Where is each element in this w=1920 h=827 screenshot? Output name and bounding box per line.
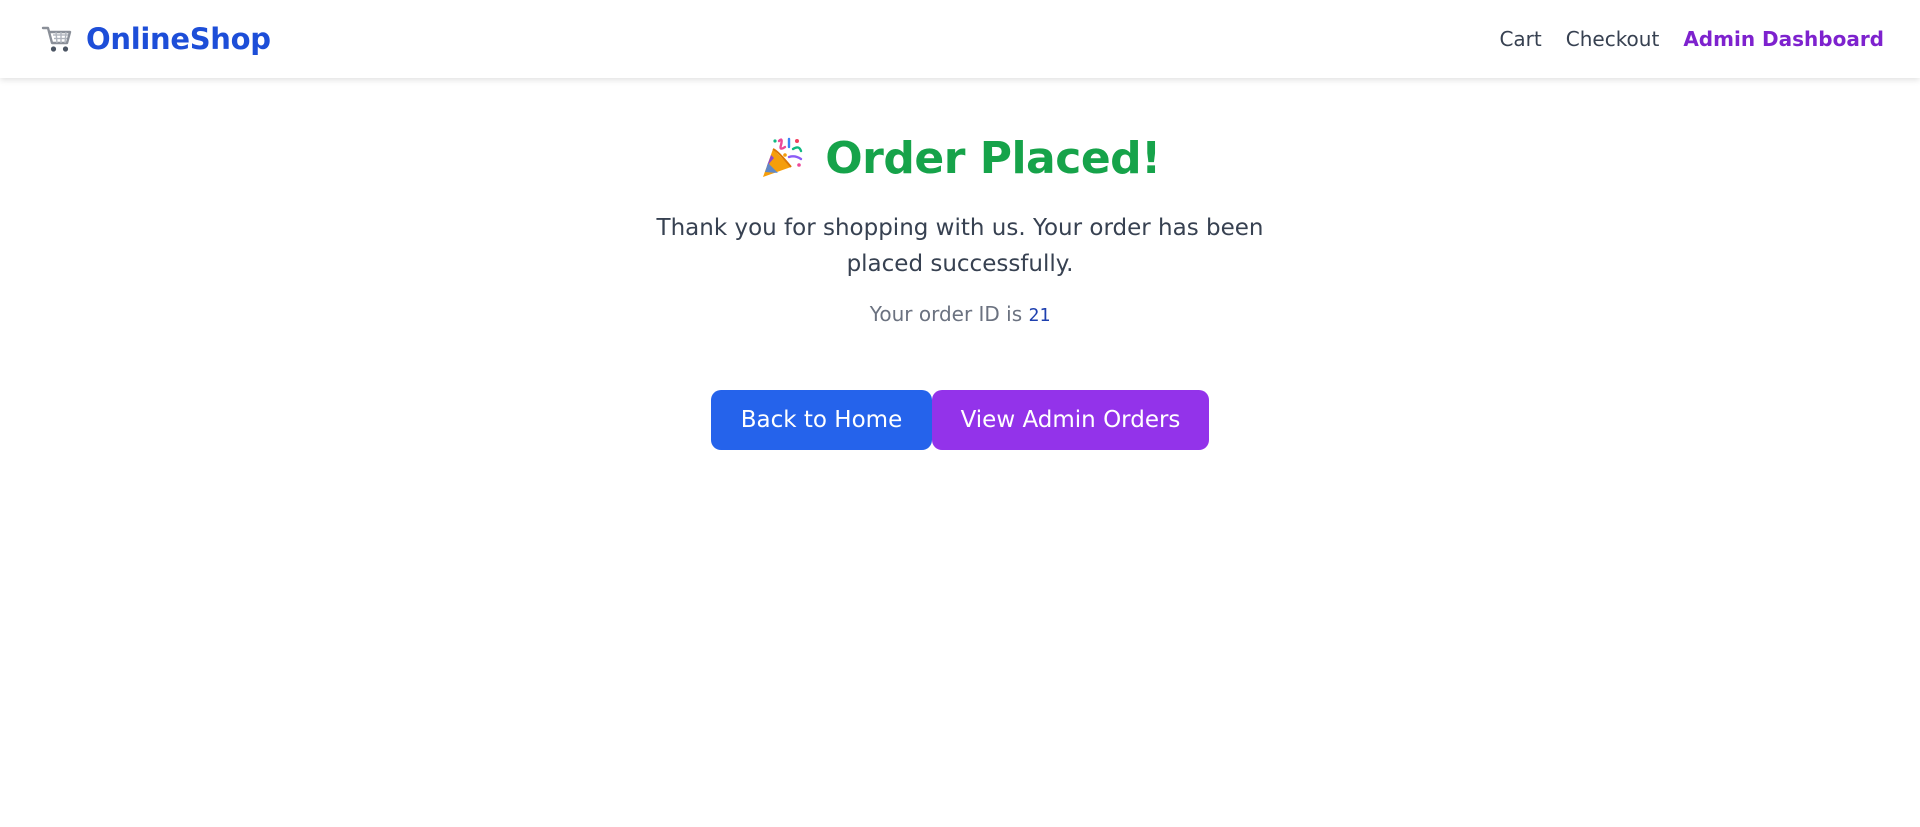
order-confirmation: Order Placed! Thank you for shopping wit… — [0, 78, 1920, 450]
nav-link-admin-dashboard[interactable]: Admin Dashboard — [1683, 27, 1884, 51]
nav-links: Cart Checkout Admin Dashboard — [1499, 27, 1884, 51]
brand-name: OnlineShop — [86, 22, 271, 56]
party-popper-icon — [759, 135, 805, 181]
title-row: Order Placed! — [0, 130, 1920, 186]
order-id-line: Your order ID is 21 — [0, 302, 1920, 326]
back-to-home-button[interactable]: Back to Home — [711, 390, 932, 450]
order-id-label: Your order ID is — [869, 302, 1023, 326]
action-buttons: Back to Home View Admin Orders — [0, 390, 1920, 450]
brand-link[interactable]: OnlineShop — [40, 22, 271, 56]
page-title: Order Placed! — [825, 132, 1161, 184]
confirmation-message: Thank you for shopping with us. Your ord… — [656, 215, 1264, 277]
view-admin-orders-button[interactable]: View Admin Orders — [932, 390, 1209, 450]
nav-link-cart[interactable]: Cart — [1499, 27, 1541, 51]
top-navbar: OnlineShop Cart Checkout Admin Dashboard — [0, 0, 1920, 78]
nav-link-checkout[interactable]: Checkout — [1566, 27, 1660, 51]
shopping-cart-icon — [40, 22, 74, 56]
order-id-value: 21 — [1028, 305, 1051, 326]
